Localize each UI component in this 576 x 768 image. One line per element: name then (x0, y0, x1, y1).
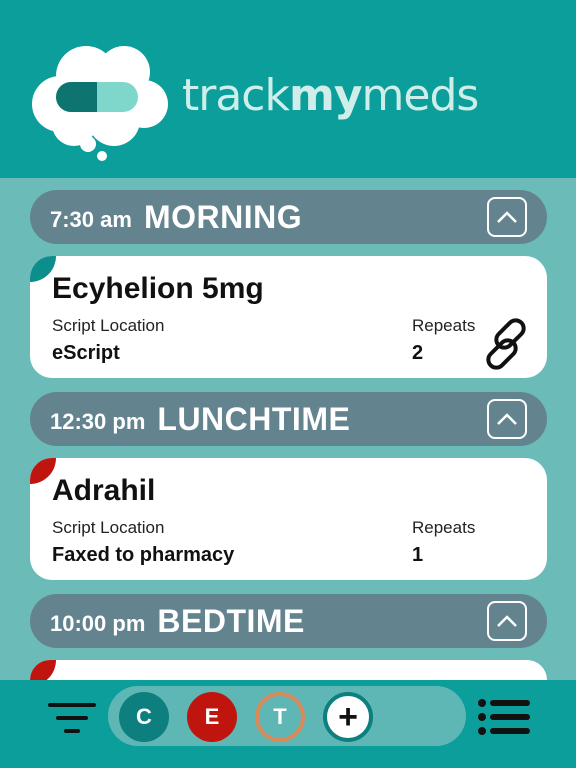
app-logo-text: trackmymeds (182, 70, 480, 121)
category-e-button[interactable]: E (187, 692, 237, 742)
brand-meds: meds (361, 70, 480, 121)
repeats-label: Repeats (412, 316, 476, 335)
script-location-label: Script Location (52, 518, 165, 537)
collapse-morning-button[interactable] (487, 197, 527, 237)
section-header-bedtime[interactable]: 10:00 pm BEDTIME (30, 594, 547, 648)
repeats-value: 2 (412, 342, 424, 364)
section-time: 10:00 pm (50, 611, 146, 636)
script-location-value: eScript (52, 342, 120, 364)
collapse-bedtime-button[interactable] (487, 601, 527, 641)
med-card-adrahil[interactable]: Adrahil Script Location Faxed to pharmac… (30, 458, 547, 580)
button-label: T (273, 704, 287, 729)
med-name: Adrahil (52, 474, 156, 507)
category-c-button[interactable]: C (119, 692, 169, 742)
section-header-morning[interactable]: 7:30 am MORNING (30, 190, 547, 244)
section-time: 7:30 am (50, 207, 132, 232)
med-card-partial[interactable] (30, 660, 547, 680)
logo-cloud-pill-icon (32, 46, 168, 161)
section-label: LUNCHTIME (157, 400, 351, 437)
med-name: Ecyhelion 5mg (52, 272, 264, 305)
brand-track: track (182, 70, 290, 121)
plus-icon: + (338, 697, 358, 736)
collapse-lunchtime-button[interactable] (487, 399, 527, 439)
button-label: C (136, 704, 152, 729)
medication-schedule-list[interactable]: 7:30 am MORNING Ecyhelion 5mg Script Loc… (0, 178, 576, 680)
chevron-up-icon (497, 615, 517, 627)
repeats-value: 1 (412, 544, 424, 566)
med-card-ecyhelion[interactable]: Ecyhelion 5mg Script Location eScript Re… (30, 256, 547, 378)
med-flag (30, 660, 56, 680)
section-time: 12:30 pm (50, 409, 146, 434)
chevron-up-icon (497, 413, 517, 425)
link-icon[interactable] (480, 316, 536, 372)
section-header-lunchtime[interactable]: 12:30 pm LUNCHTIME (30, 392, 547, 446)
script-location-value: Faxed to pharmacy (52, 544, 235, 566)
brand-my: my (288, 70, 363, 121)
script-location-label: Script Location (52, 316, 165, 335)
category-t-button[interactable]: T (255, 692, 305, 742)
section-label: MORNING (143, 198, 303, 235)
add-medication-button[interactable]: + (323, 692, 373, 742)
app-header: trackmymeds (0, 0, 576, 178)
button-label: E (204, 704, 220, 729)
section-label: BEDTIME (157, 602, 305, 639)
chevron-up-icon (497, 211, 517, 223)
filter-icon[interactable] (46, 700, 98, 736)
repeats-label: Repeats (412, 518, 476, 537)
list-menu-icon[interactable] (476, 698, 532, 736)
